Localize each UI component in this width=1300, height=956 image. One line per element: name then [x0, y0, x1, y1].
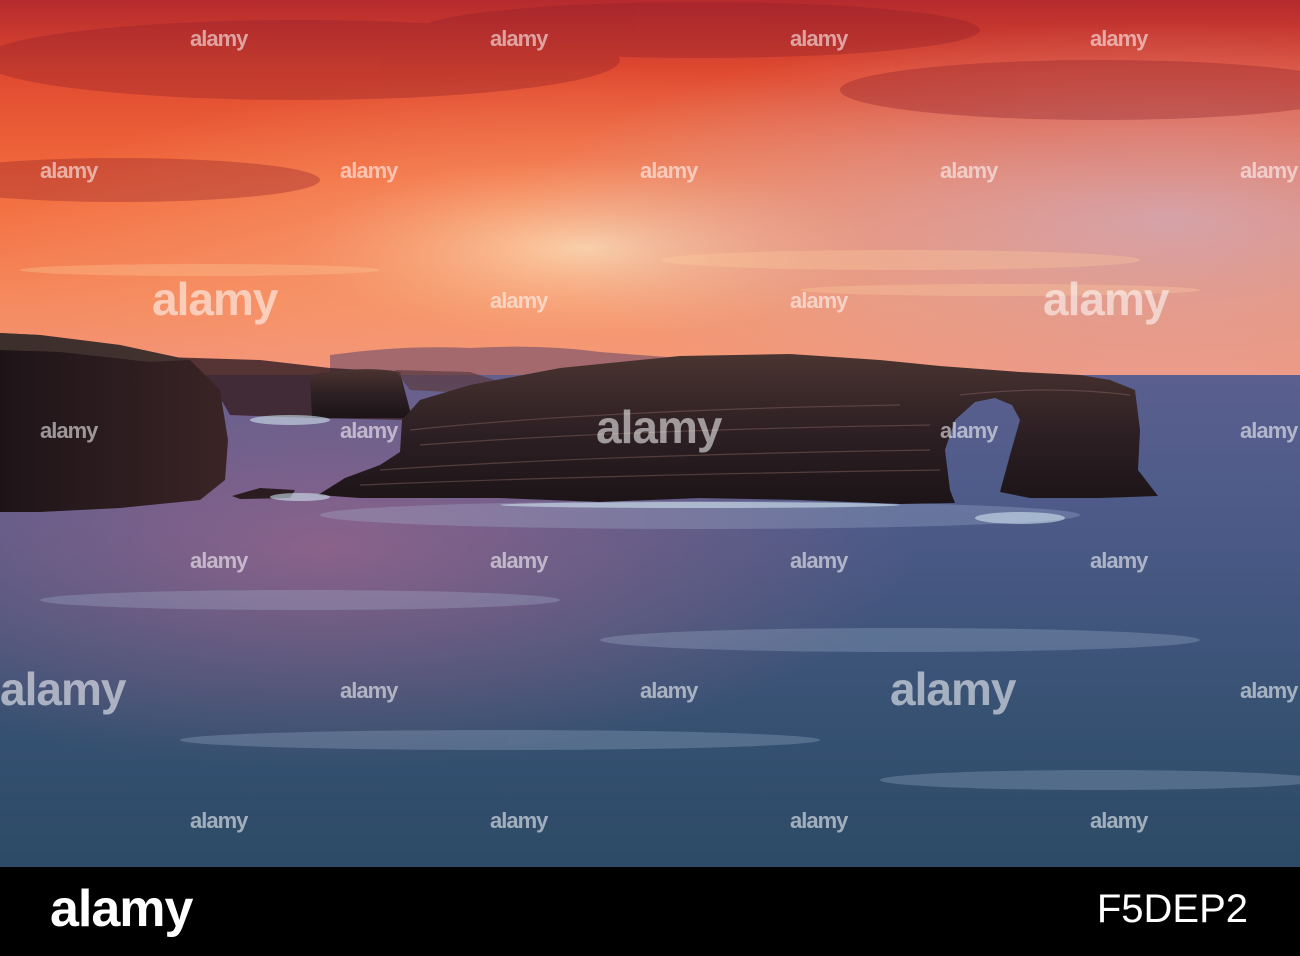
- alamy-logo: alamy: [50, 880, 193, 938]
- image-id: F5DEP2: [1096, 887, 1248, 931]
- photo: alamy alamy alamy alamy alamy alamy alam…: [0, 0, 1300, 867]
- footer-bar: alamy F5DEP2: [0, 867, 1300, 956]
- seascape-image: [0, 0, 1300, 867]
